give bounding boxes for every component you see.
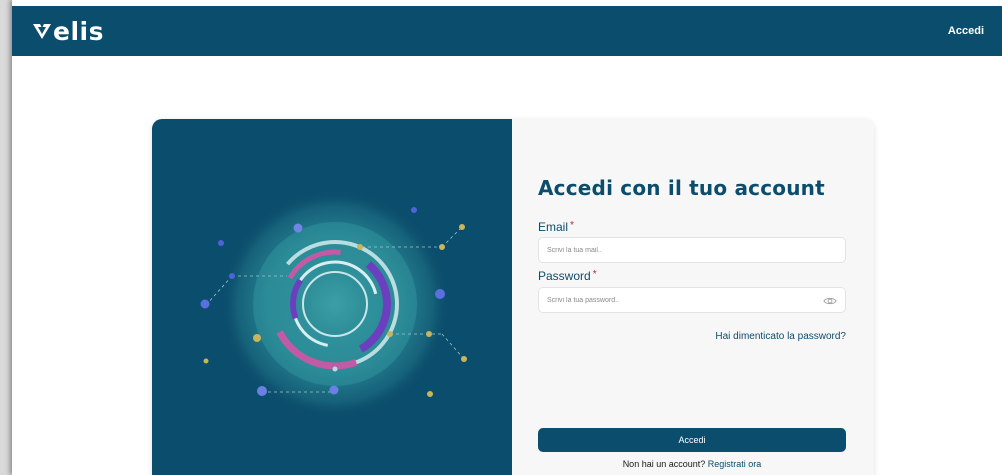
email-required-mark: *: [570, 220, 574, 231]
password-input[interactable]: [547, 296, 837, 304]
password-label-text: Password: [538, 269, 591, 283]
elis-shield-logo-icon: [33, 24, 51, 39]
email-field-wrapper: [538, 237, 846, 263]
signup-prompt: Non hai un account?: [622, 459, 706, 469]
password-required-mark: *: [592, 269, 597, 280]
login-title: Accedi con il tuo account: [538, 176, 825, 200]
email-label: Email *: [538, 220, 574, 234]
email-input[interactable]: [547, 246, 837, 254]
login-form-panel: Accedi con il tuo account Email* Passwor…: [512, 119, 874, 475]
brand-name: elis: [53, 16, 104, 46]
login-card: Accedi con il tuo account Email* Passwor…: [152, 119, 874, 475]
header-login-link[interactable]: Accedi: [948, 25, 984, 37]
top-navbar: elis Accedi: [12, 6, 1002, 56]
concentric-rings-network-illustration: [200, 189, 467, 419]
email-label-text: Email: [538, 220, 569, 234]
login-submit-button[interactable]: Accedi: [538, 428, 846, 452]
password-field-wrapper: [538, 287, 846, 313]
core-circle: [302, 271, 368, 337]
password-label: Password *: [538, 269, 597, 283]
signup-row: Non hai un account? Registrati ora: [538, 459, 846, 469]
illustration-panel: [152, 119, 512, 475]
brand-logo[interactable]: elis: [32, 19, 104, 44]
browser-page: elis Accedi Accedi con il tuo account Em…: [12, 0, 1002, 475]
signup-link[interactable]: Registrati ora: [708, 459, 762, 469]
eye-icon[interactable]: [823, 294, 837, 308]
forgot-password-link[interactable]: Hai dimenticato la password?: [715, 331, 846, 342]
